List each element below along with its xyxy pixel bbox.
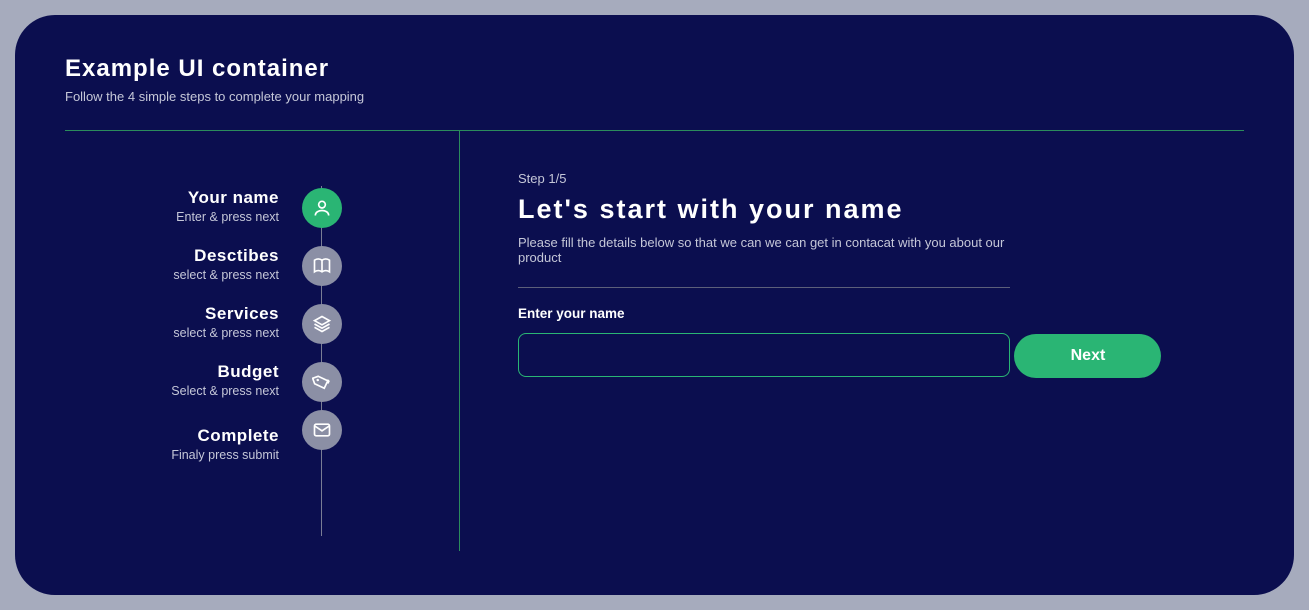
step-your-name[interactable]: Your name Enter & press next [65,166,459,224]
step-title: Complete [171,426,279,446]
step-describes[interactable]: Desctibes select & press next [65,224,459,282]
step-services[interactable]: Services select & press next [65,282,459,340]
tag-icon [302,362,342,402]
step-list: Your name Enter & press next Desctibes s… [65,166,459,462]
form-description: Please fill the details below so that we… [518,235,1010,288]
body: Your name Enter & press next Desctibes s… [65,131,1244,551]
page-title: Example UI container [65,55,1244,83]
main-panel: Step 1/5 Let's start with your name Plea… [460,131,1244,551]
book-icon [302,246,342,286]
step-text: Desctibes select & press next [173,224,279,282]
layers-icon [302,304,342,344]
step-title: Your name [176,188,279,208]
step-text: Services select & press next [173,282,279,340]
step-subtitle: select & press next [173,326,279,340]
sidebar: Your name Enter & press next Desctibes s… [65,131,460,551]
step-text: Your name Enter & press next [176,166,279,224]
header: Example UI container Follow the 4 simple… [65,55,1244,131]
name-label: Enter your name [518,306,1244,321]
step-title: Budget [171,362,279,382]
step-subtitle: Select & press next [171,384,279,398]
form-heading: Let's start with your name [518,194,1244,225]
step-title: Services [173,304,279,324]
step-text: Complete Finaly press submit [171,426,279,462]
step-subtitle: select & press next [173,268,279,282]
step-counter: Step 1/5 [518,171,1244,186]
step-text: Budget Select & press next [171,340,279,398]
mail-icon [302,410,342,450]
step-title: Desctibes [173,246,279,266]
wizard-container: Example UI container Follow the 4 simple… [15,15,1294,595]
step-subtitle: Enter & press next [176,210,279,224]
page-subtitle: Follow the 4 simple steps to complete yo… [65,89,1244,104]
user-icon [302,188,342,228]
step-subtitle: Finaly press submit [171,448,279,462]
next-button[interactable]: Next [1014,334,1161,378]
step-complete[interactable]: Complete Finaly press submit [65,398,459,462]
name-input[interactable] [518,333,1010,377]
step-budget[interactable]: Budget Select & press next [65,340,459,398]
